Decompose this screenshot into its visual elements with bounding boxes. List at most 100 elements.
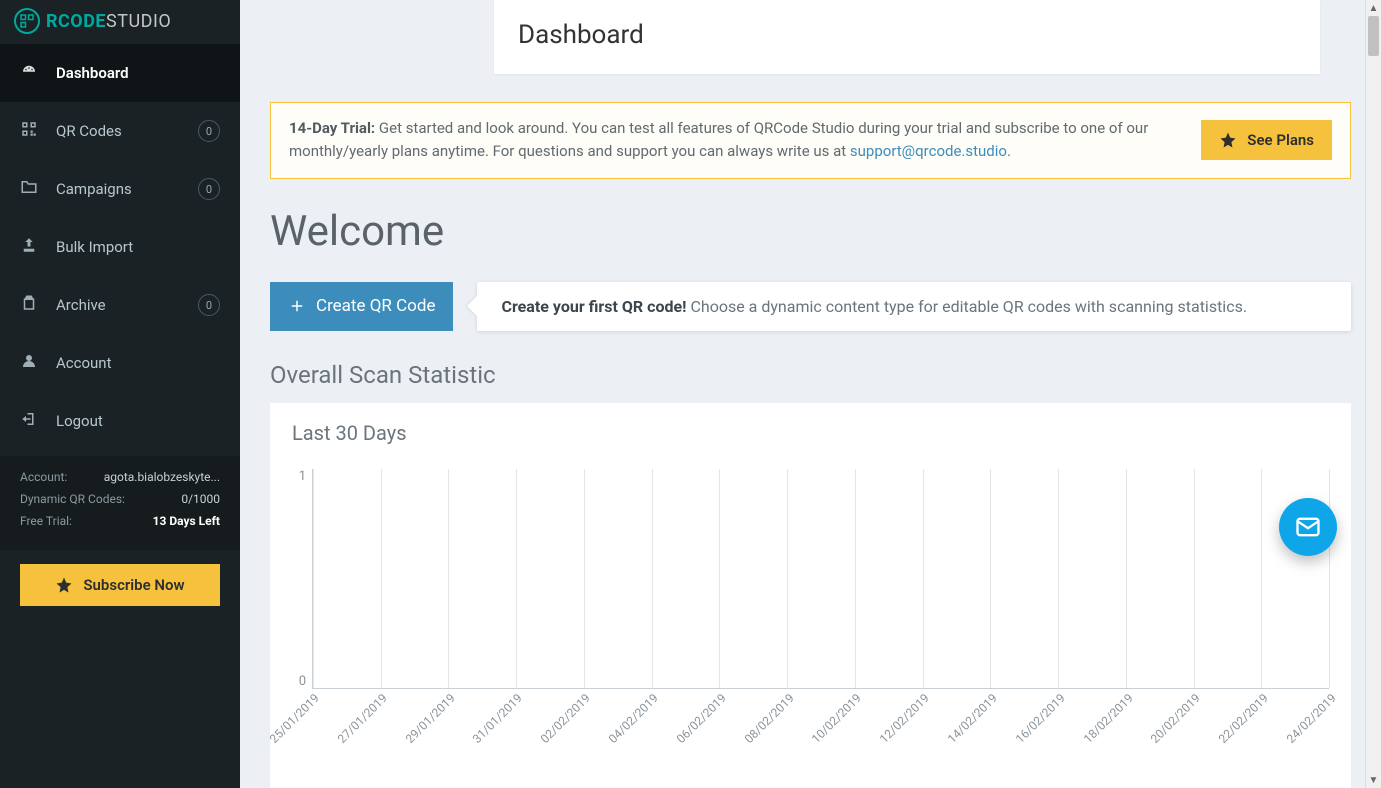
count-badge: 0 [198, 294, 220, 316]
chart-gridline [313, 469, 314, 688]
sidebar-item-qr-codes[interactable]: QR Codes 0 [0, 102, 240, 160]
chart-subtitle: Last 30 Days [292, 421, 1329, 445]
subscribe-label: Subscribe Now [83, 576, 184, 594]
chart-plot-area [312, 469, 1329, 689]
logout-icon [20, 410, 38, 432]
sidebar-item-label: Campaigns [56, 180, 180, 198]
x-tick: 20/02/2019 [1148, 691, 1203, 746]
chart-gridline [1329, 469, 1330, 688]
page-title: Dashboard [518, 20, 1296, 50]
stats-heading: Overall Scan Statistic [270, 361, 1351, 389]
welcome-heading: Welcome [270, 207, 1351, 256]
x-tick: 04/02/2019 [606, 691, 661, 746]
trial-message: 14-Day Trial: Get started and look aroun… [289, 117, 1181, 164]
support-mail-fab[interactable] [1279, 498, 1337, 556]
scroll-up-arrow[interactable]: ▲ [1366, 0, 1381, 16]
create-tip: Create your first QR code! Choose a dyna… [477, 282, 1351, 331]
x-tick: 29/01/2019 [402, 691, 457, 746]
chart-gridline [719, 469, 720, 688]
qr-glyph-icon [18, 12, 36, 30]
chart: 10 25/01/201927/01/201929/01/201931/01/2… [292, 469, 1329, 729]
x-tick: 02/02/2019 [538, 691, 593, 746]
chart-y-axis: 10 [292, 469, 312, 689]
trial-label: Free Trial: [20, 514, 72, 528]
x-tick: 24/02/2019 [1284, 691, 1339, 746]
user-icon [20, 352, 38, 374]
star-icon [55, 576, 73, 594]
sidebar-item-label: Archive [56, 296, 180, 314]
scroll-thumb[interactable] [1368, 16, 1379, 56]
sidebar-item-label: Bulk Import [56, 238, 220, 256]
trial-text-2: . [1007, 142, 1011, 160]
see-plans-label: See Plans [1247, 131, 1314, 149]
chart-gridline [1126, 469, 1127, 688]
scroll-track[interactable] [1368, 16, 1379, 772]
count-badge: 0 [198, 120, 220, 142]
trial-value: 13 Days Left [153, 514, 220, 528]
upload-icon [20, 236, 38, 258]
create-qr-code-button[interactable]: Create QR Code [270, 282, 453, 331]
x-tick: 25/01/2019 [267, 691, 322, 746]
x-tick: 22/02/2019 [1216, 691, 1271, 746]
chart-gridline [381, 469, 382, 688]
create-tip-bold: Create your first QR code! [501, 297, 686, 316]
brand-logo: RCODESTUDIO [0, 0, 240, 44]
chart-gridline [923, 469, 924, 688]
x-tick: 08/02/2019 [741, 691, 796, 746]
sidebar-item-account[interactable]: Account [0, 334, 240, 392]
brand-wordmark: RCODESTUDIO [46, 11, 171, 32]
x-tick: 14/02/2019 [945, 691, 1000, 746]
plus-icon [288, 297, 306, 315]
trash-icon [20, 294, 38, 316]
dashboard-icon [20, 62, 38, 84]
sidebar-item-campaigns[interactable]: Campaigns 0 [0, 160, 240, 218]
create-qr-code-label: Create QR Code [316, 296, 435, 316]
main-content: Dashboard 14-Day Trial: Get started and … [240, 0, 1381, 788]
sidebar-item-label: QR Codes [56, 122, 180, 140]
sidebar-item-label: Dashboard [56, 64, 220, 82]
x-tick: 12/02/2019 [877, 691, 932, 746]
scrollbar[interactable]: ▲ ▼ [1365, 0, 1381, 788]
sidebar-item-dashboard[interactable]: Dashboard [0, 44, 240, 102]
x-tick: 10/02/2019 [809, 691, 864, 746]
chart-gridline [787, 469, 788, 688]
support-email-link[interactable]: support@qrcode.studio [850, 142, 1007, 160]
dynamic-qr-label: Dynamic QR Codes: [20, 492, 125, 506]
star-icon [1219, 131, 1237, 149]
count-badge: 0 [198, 178, 220, 200]
chart-gridline [652, 469, 653, 688]
sidebar-item-bulk-import[interactable]: Bulk Import [0, 218, 240, 276]
subscribe-button[interactable]: Subscribe Now [20, 564, 220, 606]
trial-text-1: Get started and look around. You can tes… [289, 119, 1148, 160]
x-tick: 18/02/2019 [1080, 691, 1135, 746]
account-value: agota.bialobzeskyte... [104, 470, 220, 484]
sidebar-item-logout[interactable]: Logout [0, 392, 240, 450]
y-tick: 1 [299, 469, 306, 484]
account-label: Account: [20, 470, 67, 484]
sidebar-account-info: Account: agota.bialobzeskyte... Dynamic Q… [0, 456, 240, 550]
see-plans-button[interactable]: See Plans [1201, 120, 1332, 160]
x-tick: 31/01/2019 [470, 691, 525, 746]
x-tick: 27/01/2019 [335, 691, 390, 746]
trial-bold: 14-Day Trial: [289, 119, 375, 137]
sidebar: RCODESTUDIO Dashboard QR Codes 0 Campaigns 0… [0, 0, 240, 788]
x-tick: 16/02/2019 [1013, 691, 1068, 746]
create-tip-text: Choose a dynamic content type for editab… [687, 297, 1248, 316]
x-tick: 06/02/2019 [674, 691, 729, 746]
folder-icon [20, 178, 38, 200]
chart-gridline [990, 469, 991, 688]
scroll-down-arrow[interactable]: ▼ [1366, 772, 1381, 788]
chart-gridline [584, 469, 585, 688]
sidebar-item-label: Account [56, 354, 220, 372]
qrcode-icon [20, 120, 38, 142]
chart-gridline [1261, 469, 1262, 688]
chart-card: Last 30 Days 10 25/01/201927/01/201929/0… [270, 403, 1351, 788]
chart-gridline [1194, 469, 1195, 688]
dynamic-qr-value: 0/1000 [181, 492, 220, 506]
sidebar-item-archive[interactable]: Archive 0 [0, 276, 240, 334]
mail-icon [1294, 513, 1322, 541]
trial-banner: 14-Day Trial: Get started and look aroun… [270, 102, 1351, 179]
logo-ring-icon [14, 8, 40, 34]
chart-gridline [448, 469, 449, 688]
chart-gridline [1058, 469, 1059, 688]
